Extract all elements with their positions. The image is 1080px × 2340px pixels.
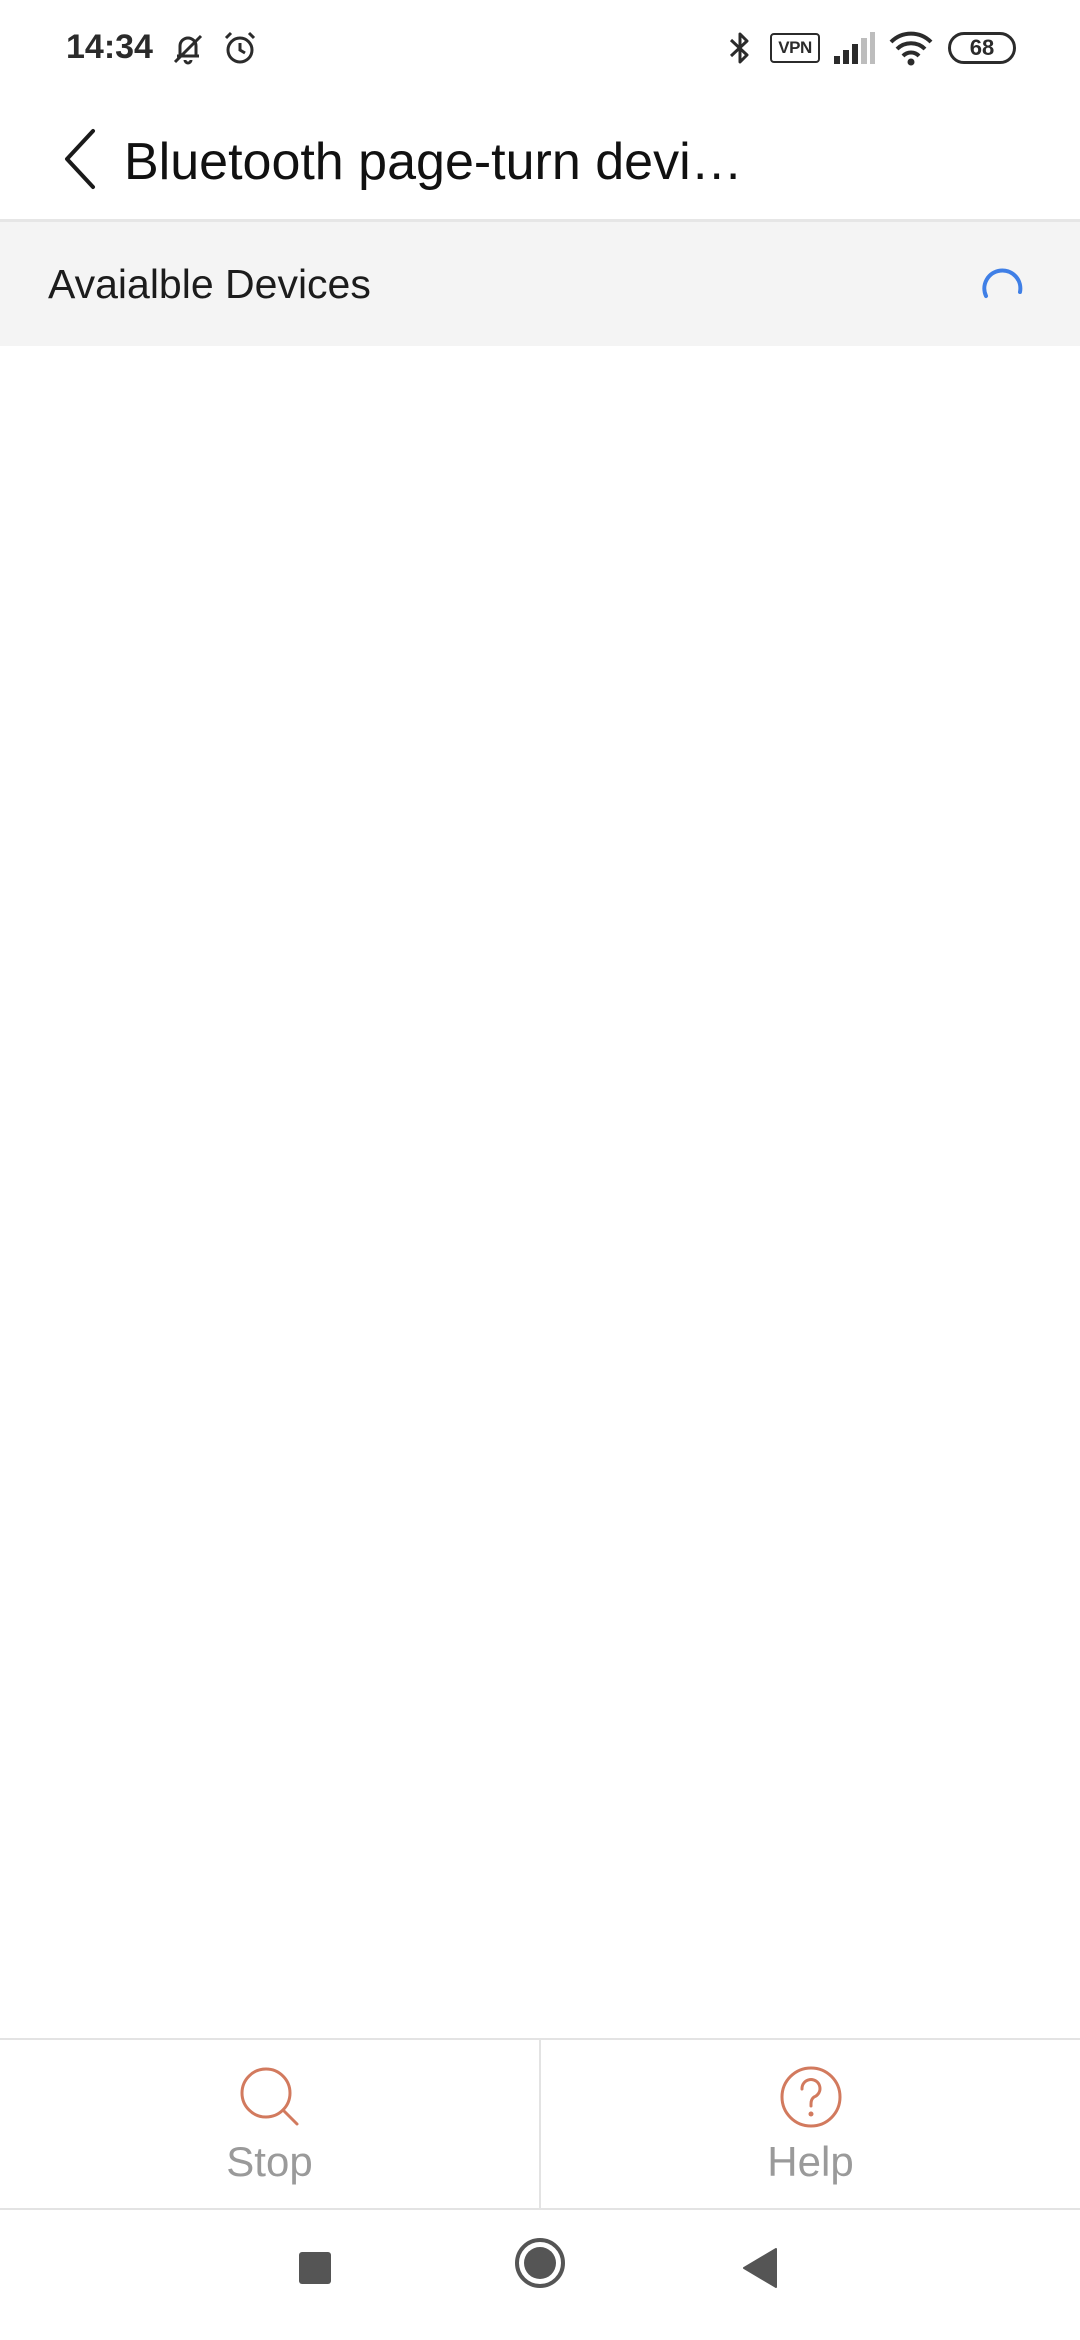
square-icon — [298, 2251, 332, 2290]
battery-icon: 68 — [948, 32, 1016, 64]
help-label: Help — [767, 2138, 854, 2185]
signal-icon — [832, 28, 876, 73]
triangle-back-icon — [740, 2247, 780, 2294]
chevron-left-icon — [61, 127, 101, 196]
help-circle-icon — [776, 2062, 846, 2132]
screen: 14:34 VPN 68 Bluetooth page-turn devi… A… — [0, 0, 1080, 2340]
section-label: Avaialble Devices — [48, 261, 371, 307]
recents-button[interactable] — [280, 2235, 350, 2305]
alarm-icon — [220, 28, 260, 73]
bluetooth-icon — [722, 28, 758, 73]
status-bar: 14:34 VPN 68 — [0, 0, 1080, 100]
circle-icon — [513, 2236, 567, 2295]
status-time: 14:34 — [66, 28, 153, 66]
wifi-icon — [888, 28, 934, 73]
bottom-action-bar: Stop Help — [0, 2038, 1080, 2210]
device-list — [0, 346, 1080, 2038]
muted-bell-icon — [168, 28, 208, 73]
page-title: Bluetooth page-turn devi… — [124, 133, 743, 191]
home-button[interactable] — [505, 2230, 575, 2300]
search-icon — [235, 2062, 305, 2132]
stop-label: Stop — [226, 2138, 313, 2185]
nav-back-button[interactable] — [725, 2235, 795, 2305]
back-button[interactable] — [36, 116, 126, 206]
app-header: Bluetooth page-turn devi… — [0, 100, 1080, 222]
stop-button[interactable]: Stop — [0, 2040, 539, 2208]
vpn-icon: VPN — [770, 33, 820, 63]
system-nav-bar — [0, 2210, 1080, 2340]
available-devices-section: Avaialble Devices — [0, 222, 1080, 346]
spinner-icon — [978, 262, 1026, 315]
help-button[interactable]: Help — [539, 2040, 1080, 2208]
